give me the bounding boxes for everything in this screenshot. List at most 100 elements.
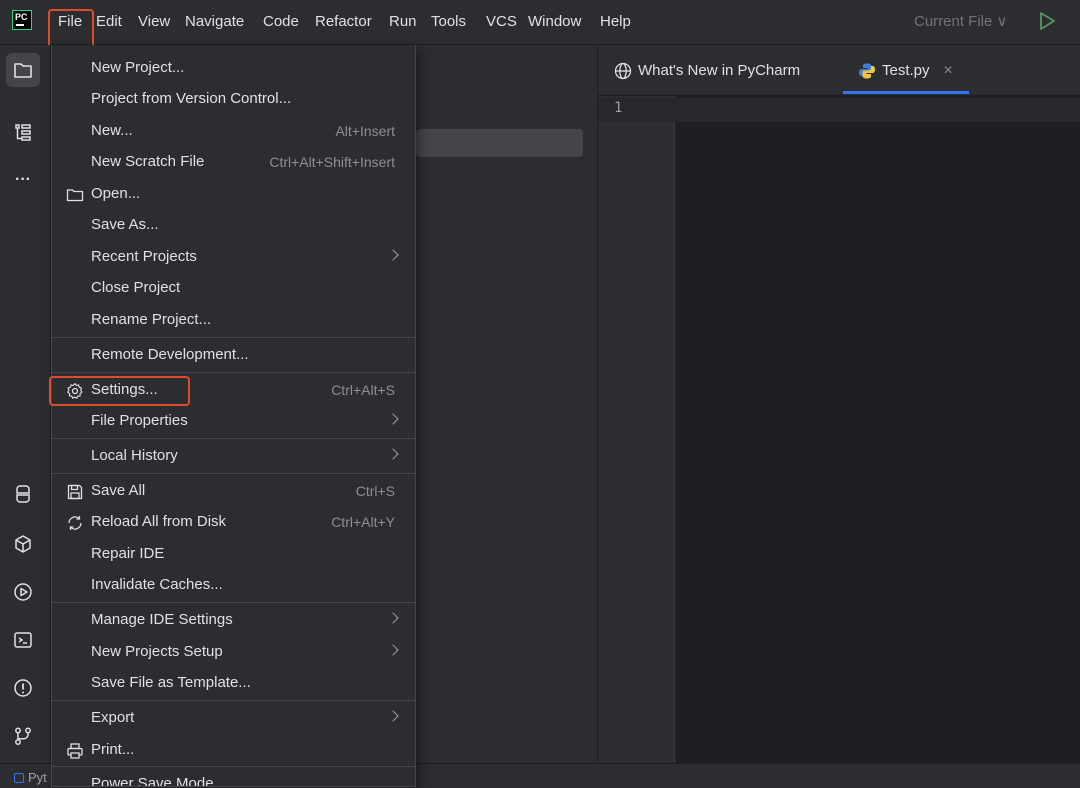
menu-item-repair-ide[interactable]: Repair IDE (52, 539, 415, 570)
menu-item-file-properties[interactable]: File Properties (52, 406, 415, 437)
folder-open-icon (66, 189, 84, 202)
menu-item-label: Close Project (91, 279, 181, 296)
more-icon[interactable]: ··· (6, 163, 40, 197)
menu-item-local-history[interactable]: Local History (52, 441, 415, 472)
menu-item-save-file-as-template[interactable]: Save File as Template... (52, 668, 415, 699)
menu-item-label: Reload All from Disk (91, 513, 227, 530)
menu-item-label: Export (91, 709, 135, 726)
python-packages-icon[interactable] (6, 527, 40, 561)
menu-code[interactable]: Code (263, 11, 299, 33)
problems-icon[interactable] (6, 671, 40, 705)
project-tree-selected-row[interactable] (416, 129, 583, 157)
menu-item-label: Save All (91, 482, 146, 499)
menu-item-label: Manage IDE Settings (91, 611, 233, 628)
menu-item-close-project[interactable]: Close Project (52, 273, 415, 304)
reload-icon (68, 516, 82, 530)
menu-item-power-save-mode[interactable]: Power Save Mode (52, 769, 415, 787)
interpreter-icon (14, 772, 24, 783)
menu-separator (52, 337, 415, 338)
python-console-icon[interactable] (6, 477, 40, 511)
tab-label: Test.py (882, 62, 930, 79)
menu-item-new-project[interactable]: New Project... (52, 53, 415, 84)
menu-vcs[interactable]: VCS (486, 11, 517, 33)
menu-item-label: Open... (91, 185, 141, 202)
menu-item-label: New... (91, 122, 133, 139)
menu-item-label: Save As... (91, 216, 159, 233)
menu-item-label: New Project... (91, 59, 185, 76)
menu-item-label: Remote Development... (91, 346, 249, 363)
git-icon[interactable] (6, 719, 40, 753)
menu-item-shortcut: Ctrl+S (355, 483, 395, 499)
menu-item-label: New Scratch File (91, 153, 205, 170)
services-icon[interactable] (6, 575, 40, 609)
submenu-arrow-icon (387, 644, 399, 656)
print-icon (67, 743, 83, 759)
menu-item-project-from-vcs[interactable]: Project from Version Control... (52, 84, 415, 115)
menu-item-save-all[interactable]: Save All Ctrl+S (52, 476, 415, 507)
menu-item-label: Print... (91, 741, 135, 758)
menu-item-label: Recent Projects (91, 248, 197, 265)
menu-item-label: Project from Version Control... (91, 90, 292, 107)
submenu-arrow-icon (387, 413, 399, 425)
menu-view[interactable]: View (138, 11, 170, 33)
save-icon (67, 484, 83, 500)
menu-item-rename-project[interactable]: Rename Project... (52, 305, 415, 336)
submenu-arrow-icon (387, 249, 399, 261)
code-editor[interactable] (675, 96, 1080, 763)
menu-edit[interactable]: Edit (96, 11, 122, 33)
editor-gutter (598, 96, 675, 763)
menu-item-open[interactable]: Open... (52, 179, 415, 210)
menu-item-label: Repair IDE (91, 545, 165, 562)
run-button[interactable] (1037, 10, 1057, 32)
menu-item-new-projects-setup[interactable]: New Projects Setup (52, 637, 415, 668)
menu-item-shortcut: Alt+Insert (335, 123, 395, 139)
menu-item-label: File Properties (91, 412, 188, 429)
menu-separator (52, 700, 415, 701)
menu-help[interactable]: Help (600, 11, 631, 33)
pycharm-logo-icon: PC (12, 10, 32, 30)
menu-separator (52, 602, 415, 603)
file-menu-dropdown: New Project... Project from Version Cont… (51, 45, 416, 787)
tab-close-button[interactable]: × (944, 60, 953, 82)
menu-item-print[interactable]: Print... (52, 735, 415, 766)
tab-label: What's New in PyCharm (638, 62, 801, 79)
line-number: 1 (614, 100, 623, 116)
menu-item-manage-ide-settings[interactable]: Manage IDE Settings (52, 605, 415, 636)
menu-item-new-scratch-file[interactable]: New Scratch File Ctrl+Alt+Shift+Insert (52, 147, 415, 178)
menu-item-shortcut: Ctrl+Alt+Y (331, 514, 395, 530)
run-config-selector[interactable]: Current File ∨ (914, 11, 1008, 33)
python-file-icon (859, 63, 875, 79)
submenu-arrow-icon (387, 710, 399, 722)
menu-item-label: Power Save Mode (91, 775, 214, 787)
menu-item-new[interactable]: New... Alt+Insert (52, 116, 415, 147)
terminal-icon[interactable] (6, 623, 40, 657)
status-interpreter[interactable]: Pyt (14, 770, 47, 785)
menu-refactor[interactable]: Refactor (315, 11, 372, 33)
play-icon (1040, 12, 1055, 30)
structure-icon[interactable] (6, 115, 40, 149)
menu-item-save-as[interactable]: Save As... (52, 210, 415, 241)
menu-item-label: Save File as Template... (91, 674, 251, 691)
highlight-settings-annotation (49, 376, 190, 406)
menu-item-label: Rename Project... (91, 311, 212, 328)
current-line-highlight (598, 98, 1080, 122)
menu-item-reload-all[interactable]: Reload All from Disk Ctrl+Alt+Y (52, 507, 415, 538)
menu-item-invalidate-caches[interactable]: Invalidate Caches... (52, 570, 415, 601)
submenu-arrow-icon (387, 612, 399, 624)
globe-icon (614, 62, 632, 80)
menu-item-recent-projects[interactable]: Recent Projects (52, 242, 415, 273)
menu-separator (52, 438, 415, 439)
title-menu-bar: PC File Edit View Navigate Code Refactor… (0, 0, 1080, 45)
menu-item-shortcut: Ctrl+Alt+Shift+Insert (269, 154, 395, 170)
menu-run[interactable]: Run (389, 11, 417, 33)
tab-test-py[interactable]: Test.py × (858, 60, 953, 82)
menu-separator (52, 372, 415, 373)
menu-item-remote-development[interactable]: Remote Development... (52, 340, 415, 371)
menu-window[interactable]: Window (528, 11, 581, 33)
folder-icon[interactable] (6, 53, 40, 87)
menu-item-shortcut: Ctrl+Alt+S (331, 382, 395, 398)
menu-item-export[interactable]: Export (52, 703, 415, 734)
menu-tools[interactable]: Tools (431, 11, 466, 33)
menu-navigate[interactable]: Navigate (185, 11, 244, 33)
tab-whats-new[interactable]: What's New in PyCharm (614, 60, 800, 82)
